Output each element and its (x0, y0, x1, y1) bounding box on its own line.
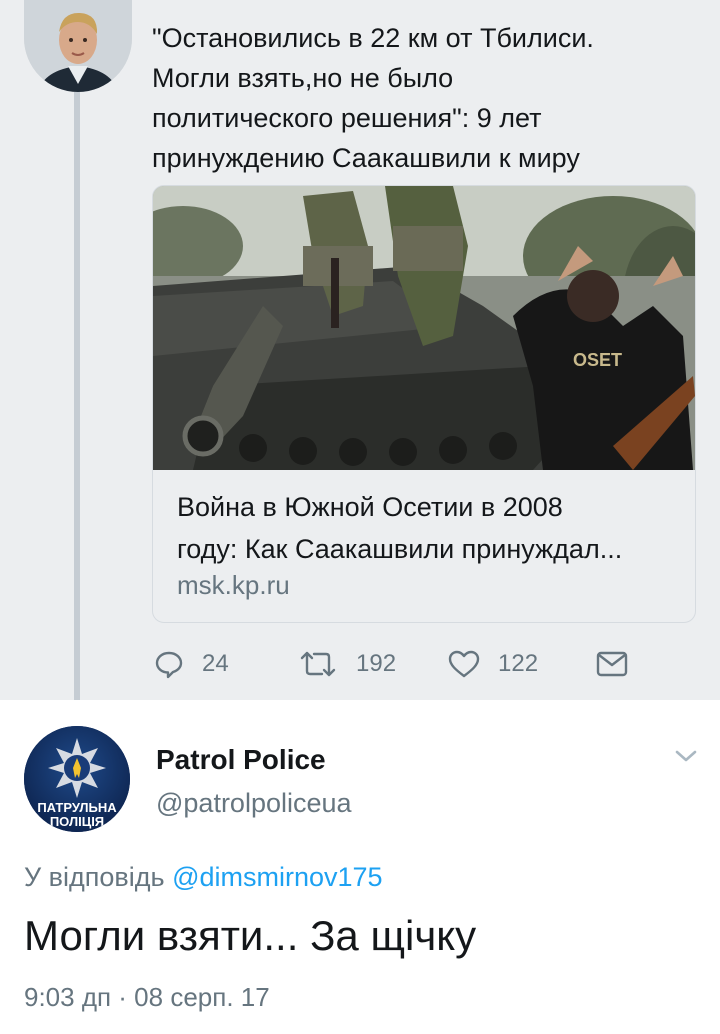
chevron-down-icon[interactable] (672, 742, 700, 770)
card-title-line: Война в Южной Осетии в 2008 (177, 492, 563, 522)
like-button[interactable]: 122 (448, 642, 538, 686)
tweet-actions: 24 192 122 (154, 642, 694, 686)
avatar-text-line: ПОЛІЦІЯ (50, 814, 104, 829)
parent-tweet-text-line: "Остановились в 22 км от Тбилиси. (152, 23, 594, 53)
retweet-button[interactable]: 192 (298, 642, 396, 686)
reply-context: У відповідь @dimsmirnov175 (24, 862, 383, 893)
reply-tweet-text: Могли взяти... За щічку (24, 912, 477, 959)
reply-button[interactable]: 24 (154, 642, 229, 686)
direct-message-icon (596, 651, 628, 677)
reply-mention-link[interactable]: @dimsmirnov175 (172, 862, 382, 892)
reply-author-avatar[interactable]: ПАТРУЛЬНА ПОЛІЦІЯ (24, 726, 130, 832)
tweet-timestamp[interactable]: 9:03 дп · 08 серп. 17 (24, 982, 270, 1013)
link-preview-card[interactable]: OSET Война в Южной Осетии в 2008 году: К… (152, 185, 696, 623)
card-title-line: году: Как Саакашвили принуждал... (177, 534, 623, 564)
reply-count: 24 (202, 650, 229, 677)
retweet-count: 192 (356, 650, 397, 677)
parent-tweet-text-line: политического решения": 9 лет (152, 103, 542, 133)
reply-prefix: У відповідь (24, 862, 165, 892)
card-image: OSET (153, 186, 695, 470)
parent-tweet-text: "Остановились в 22 км от Тбилиси. Могли … (152, 18, 692, 178)
shirt-text: OSET (573, 350, 622, 370)
author-name[interactable]: Patrol Police (156, 744, 326, 776)
card-domain: msk.kp.ru (177, 570, 290, 600)
like-count: 122 (498, 650, 539, 677)
reply-icon (155, 651, 183, 679)
thread-connector-line (74, 88, 80, 730)
avatar-text-line: ПАТРУЛЬНА (37, 800, 117, 815)
parent-tweet-text-line: принуждению Саакашвили к миру (152, 143, 580, 173)
card-title: Война в Южной Осетии в 2008 году: Как Са… (177, 486, 677, 570)
direct-message-button[interactable] (596, 642, 646, 686)
retweet-icon (300, 651, 336, 677)
like-icon (448, 650, 480, 678)
parent-tweet-text-line: Могли взять,но не было (152, 63, 454, 93)
author-handle[interactable]: @patrolpoliceua (156, 788, 352, 819)
